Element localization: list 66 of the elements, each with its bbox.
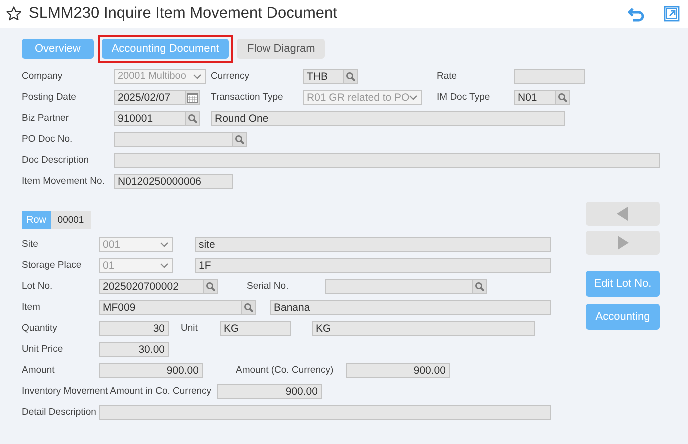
input-field[interactable]: N01 <box>514 90 570 105</box>
tab[interactable]: Flow Diagram <box>237 39 326 59</box>
input-field[interactable]: KG <box>220 321 291 336</box>
input-field[interactable] <box>114 153 660 168</box>
field-label: Quantity <box>22 323 58 334</box>
field-label: Storage Place <box>22 260 83 271</box>
undo-icon[interactable] <box>628 6 646 22</box>
field-label: Serial No. <box>247 281 290 292</box>
input-field[interactable]: N0120250000006 <box>114 174 233 189</box>
field-label: Unit <box>181 323 199 334</box>
search-icon[interactable] <box>472 280 486 293</box>
input-field[interactable]: MF009 <box>99 300 256 315</box>
input-field[interactable]: site <box>195 237 551 252</box>
date-field[interactable]: 2025/02/07 <box>114 90 200 105</box>
field-label: Lot No. <box>22 281 54 292</box>
input-field[interactable]: KG <box>312 321 535 336</box>
chevron-down-icon <box>160 242 169 248</box>
star-icon[interactable] <box>6 6 22 22</box>
field-label: Unit Price <box>22 344 64 355</box>
search-icon[interactable] <box>185 112 199 125</box>
field-label: Amount <box>22 365 56 376</box>
field-label: Transaction Type <box>211 92 284 103</box>
field-label: Posting Date <box>22 92 78 103</box>
calendar-icon[interactable] <box>185 91 199 104</box>
chevron-down-icon <box>160 262 169 268</box>
search-icon[interactable] <box>232 133 246 146</box>
input-field[interactable]: 900.00 <box>99 363 203 378</box>
field-label: Currency <box>211 71 251 82</box>
field-label: Amount (Co. Currency) <box>236 365 335 376</box>
input-field[interactable]: 30 <box>99 321 169 336</box>
input-field[interactable] <box>99 405 551 420</box>
chevron-down-icon <box>409 94 418 100</box>
field-label: Doc Description <box>22 155 90 166</box>
field-label: IM Doc Type <box>437 92 492 103</box>
search-icon[interactable] <box>203 280 217 293</box>
input-field[interactable]: Round One <box>211 111 565 126</box>
field-label: Biz Partner <box>22 113 70 124</box>
input-field[interactable]: 910001 <box>114 111 200 126</box>
input-field[interactable] <box>514 69 585 84</box>
left-triangle-icon <box>617 207 629 221</box>
input-field[interactable]: Banana <box>270 300 551 315</box>
search-icon[interactable] <box>343 70 357 83</box>
chevron-down-icon <box>193 74 202 80</box>
field-label: Company <box>22 71 64 82</box>
input-field[interactable] <box>114 132 247 147</box>
field-label: Site <box>22 239 40 250</box>
popout-icon[interactable] <box>664 6 680 22</box>
input-field[interactable]: 1F <box>195 258 551 273</box>
input-field[interactable]: 2025020700002 <box>99 279 218 294</box>
field-label: Detail Description <box>22 407 98 418</box>
row-label: Row <box>22 211 51 229</box>
input-field[interactable]: THB <box>303 69 358 84</box>
search-icon[interactable] <box>555 91 569 104</box>
field-label: Item <box>22 302 42 313</box>
input-field[interactable] <box>325 279 487 294</box>
field-label: Rate <box>437 71 458 82</box>
input-field[interactable]: 900.00 <box>217 384 322 399</box>
row-number: 00001 <box>51 211 91 229</box>
input-field[interactable]: 900.00 <box>346 363 450 378</box>
right-triangle-icon <box>617 236 629 250</box>
field-label: PO Doc No. <box>22 134 74 145</box>
input-field[interactable]: 30.00 <box>99 342 169 357</box>
field-label: Item Movement No. <box>22 176 106 187</box>
page-title: SLMM230 Inquire Item Movement Document <box>29 5 338 23</box>
field-label: Inventory Movement Amount in Co. Currency <box>22 386 213 397</box>
search-icon[interactable] <box>241 301 255 314</box>
